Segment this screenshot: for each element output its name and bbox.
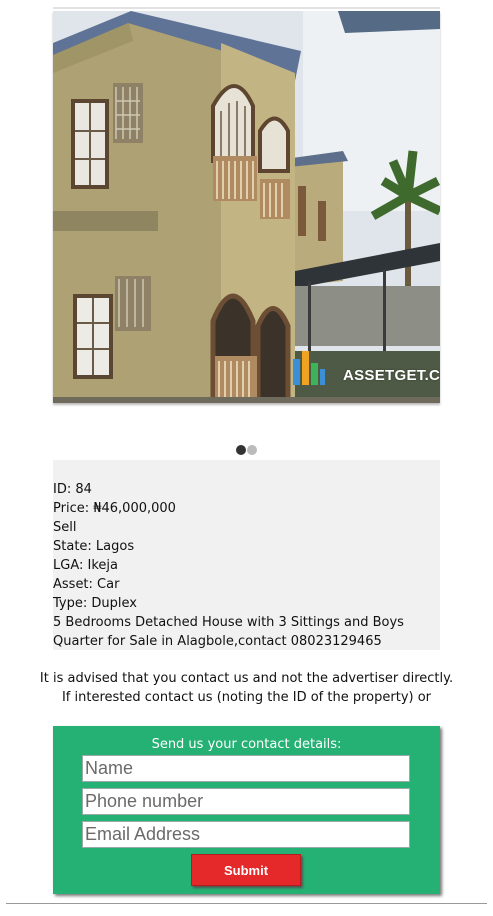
submit-button[interactable]: Submit: [191, 854, 301, 886]
property-description: 5 Bedrooms Detached House with 3 Sitting…: [53, 615, 404, 649]
watermark-text: ASSETGET.COM: [343, 367, 440, 384]
property-lga: LGA: Ikeja: [53, 558, 118, 573]
top-divider: [53, 7, 440, 9]
contact-form-title: Send us your contact details:: [151, 737, 342, 752]
deal-type: Sell: [53, 520, 77, 535]
property-details: ID: 84 Price: ₦46,000,000 Sell State: La…: [53, 460, 440, 650]
property-asset: Asset: Car: [53, 577, 120, 592]
property-type: Type: Duplex: [53, 596, 137, 611]
name-input[interactable]: [82, 755, 410, 782]
phone-input[interactable]: [82, 788, 410, 815]
property-price: Price: ₦46,000,000: [53, 501, 176, 516]
advice-line-1: It is advised that you contact us and no…: [39, 671, 454, 686]
property-state: State: Lagos: [53, 539, 135, 554]
contact-advice: It is advised that you contact us and no…: [0, 669, 493, 707]
carousel-dot-2[interactable]: [247, 445, 257, 455]
advice-line-2: If interested contact us (noting the ID …: [61, 690, 432, 705]
carousel-dot-1[interactable]: [236, 445, 246, 455]
contact-form: Send us your contact details: Submit: [53, 726, 440, 894]
email-input[interactable]: [82, 821, 410, 848]
carousel-dots: [236, 445, 257, 455]
property-id: ID: 84: [53, 482, 92, 497]
property-photo[interactable]: ASSETGET.COM: [53, 11, 440, 403]
house-image: [53, 11, 440, 403]
assetget-logo-icon: [293, 351, 325, 385]
bottom-divider: [6, 903, 487, 904]
